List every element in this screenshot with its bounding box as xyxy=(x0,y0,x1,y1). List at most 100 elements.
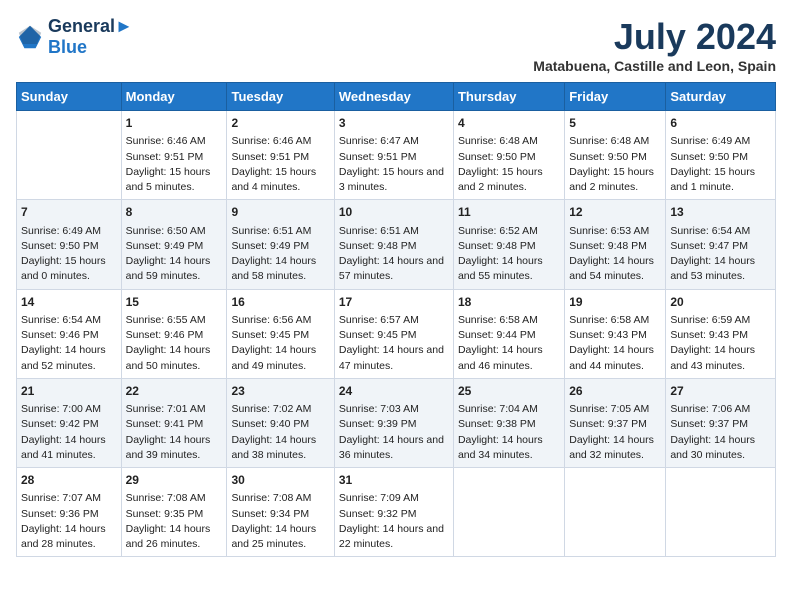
calendar-cell: 31Sunrise: 7:09 AMSunset: 9:32 PMDayligh… xyxy=(334,468,453,557)
calendar-cell: 2 Sunrise: 6:46 AMSunset: 9:51 PMDaylight… xyxy=(227,111,334,200)
calendar-cell: 23Sunrise: 7:02 AMSunset: 9:40 PMDayligh… xyxy=(227,378,334,467)
day-number: 3 xyxy=(339,115,449,132)
day-info: Sunrise: 6:54 AMSunset: 9:47 PMDaylight:… xyxy=(670,224,771,285)
calendar-cell: 21 Sunrise: 7:00 AMSunset: 9:42 PMDayligh… xyxy=(17,378,122,467)
day-number: 14 xyxy=(21,294,117,311)
calendar-cell: 4 Sunrise: 6:48 AMSunset: 9:50 PMDaylight… xyxy=(453,111,564,200)
day-info: Sunrise: 7:00 AMSunset: 9:42 PMDaylight:… xyxy=(21,402,117,463)
calendar-cell: 22 Sunrise: 7:01 AMSunset: 9:41 PMDayligh… xyxy=(121,378,227,467)
calendar-cell: 24 Sunrise: 7:03 AMSunset: 9:39 PMDayligh… xyxy=(334,378,453,467)
day-number: 29 xyxy=(126,472,223,489)
day-info: Sunrise: 6:54 AMSunset: 9:46 PMDaylight:… xyxy=(21,313,117,374)
day-number: 24 xyxy=(339,383,449,400)
calendar-week-5: 28 Sunrise: 7:07 AMSunset: 9:36 PMDayligh… xyxy=(17,468,776,557)
day-number: 8 xyxy=(126,204,223,221)
day-number: 13 xyxy=(670,204,771,221)
day-info: Sunrise: 6:59 AMSunset: 9:43 PMDaylight:… xyxy=(670,313,771,374)
calendar-cell: 5Sunrise: 6:48 AMSunset: 9:50 PMDaylight… xyxy=(565,111,666,200)
calendar-week-3: 14 Sunrise: 6:54 AMSunset: 9:46 PMDayligh… xyxy=(17,289,776,378)
day-number: 1 xyxy=(126,115,223,132)
day-number: 21 xyxy=(21,383,117,400)
calendar-cell: 9 Sunrise: 6:51 AMSunset: 9:49 PMDaylight… xyxy=(227,200,334,289)
day-number: 15 xyxy=(126,294,223,311)
day-info: Sunrise: 6:49 AMSunset: 9:50 PMDaylight:… xyxy=(21,224,117,285)
day-number: 9 xyxy=(231,204,329,221)
calendar-cell: 28 Sunrise: 7:07 AMSunset: 9:36 PMDayligh… xyxy=(17,468,122,557)
calendar-cell: 15 Sunrise: 6:55 AMSunset: 9:46 PMDayligh… xyxy=(121,289,227,378)
day-info: Sunrise: 6:57 AMSunset: 9:45 PMDaylight:… xyxy=(339,313,449,374)
calendar-cell: 8Sunrise: 6:50 AMSunset: 9:49 PMDaylight… xyxy=(121,200,227,289)
day-info: Sunrise: 6:47 AMSunset: 9:51 PMDaylight:… xyxy=(339,134,449,195)
calendar-cell: 18 Sunrise: 6:58 AMSunset: 9:44 PMDayligh… xyxy=(453,289,564,378)
day-number: 20 xyxy=(670,294,771,311)
day-info: Sunrise: 6:46 AMSunset: 9:51 PMDaylight:… xyxy=(231,134,329,195)
day-number: 19 xyxy=(569,294,661,311)
calendar-cell: 26 Sunrise: 7:05 AMSunset: 9:37 PMDayligh… xyxy=(565,378,666,467)
day-info: Sunrise: 6:53 AMSunset: 9:48 PMDaylight:… xyxy=(569,224,661,285)
header-saturday: Saturday xyxy=(666,83,776,111)
day-number: 17 xyxy=(339,294,449,311)
calendar-cell: 11Sunrise: 6:52 AMSunset: 9:48 PMDayligh… xyxy=(453,200,564,289)
calendar-cell: 29 Sunrise: 7:08 AMSunset: 9:35 PMDayligh… xyxy=(121,468,227,557)
day-number: 30 xyxy=(231,472,329,489)
day-info: Sunrise: 6:58 AMSunset: 9:43 PMDaylight:… xyxy=(569,313,661,374)
day-info: Sunrise: 7:03 AMSunset: 9:39 PMDaylight:… xyxy=(339,402,449,463)
day-info: Sunrise: 6:51 AMSunset: 9:48 PMDaylight:… xyxy=(339,224,449,285)
header-monday: Monday xyxy=(121,83,227,111)
day-number: 22 xyxy=(126,383,223,400)
day-info: Sunrise: 7:01 AMSunset: 9:41 PMDaylight:… xyxy=(126,402,223,463)
calendar-table: SundayMondayTuesdayWednesdayThursdayFrid… xyxy=(16,82,776,557)
day-info: Sunrise: 6:49 AMSunset: 9:50 PMDaylight:… xyxy=(670,134,771,195)
calendar-cell xyxy=(565,468,666,557)
day-number: 2 xyxy=(231,115,329,132)
day-info: Sunrise: 6:51 AMSunset: 9:49 PMDaylight:… xyxy=(231,224,329,285)
title-block: July 2024 Matabuena, Castille and Leon, … xyxy=(533,16,776,74)
calendar-cell: 7 Sunrise: 6:49 AMSunset: 9:50 PMDaylight… xyxy=(17,200,122,289)
day-info: Sunrise: 6:48 AMSunset: 9:50 PMDaylight:… xyxy=(458,134,560,195)
header-wednesday: Wednesday xyxy=(334,83,453,111)
calendar-cell xyxy=(666,468,776,557)
calendar-cell xyxy=(17,111,122,200)
day-number: 11 xyxy=(458,204,560,221)
calendar-cell: 20 Sunrise: 6:59 AMSunset: 9:43 PMDayligh… xyxy=(666,289,776,378)
day-info: Sunrise: 7:08 AMSunset: 9:34 PMDaylight:… xyxy=(231,491,329,552)
day-number: 28 xyxy=(21,472,117,489)
day-number: 25 xyxy=(458,383,560,400)
day-number: 4 xyxy=(458,115,560,132)
calendar-cell: 12 Sunrise: 6:53 AMSunset: 9:48 PMDayligh… xyxy=(565,200,666,289)
calendar-cell: 27Sunrise: 7:06 AMSunset: 9:37 PMDayligh… xyxy=(666,378,776,467)
day-number: 31 xyxy=(339,472,449,489)
day-number: 16 xyxy=(231,294,329,311)
calendar-week-4: 21 Sunrise: 7:00 AMSunset: 9:42 PMDayligh… xyxy=(17,378,776,467)
header-friday: Friday xyxy=(565,83,666,111)
day-info: Sunrise: 7:04 AMSunset: 9:38 PMDaylight:… xyxy=(458,402,560,463)
day-number: 5 xyxy=(569,115,661,132)
header-thursday: Thursday xyxy=(453,83,564,111)
calendar-header-row: SundayMondayTuesdayWednesdayThursdayFrid… xyxy=(17,83,776,111)
day-number: 7 xyxy=(21,204,117,221)
day-info: Sunrise: 6:46 AMSunset: 9:51 PMDaylight:… xyxy=(126,134,223,195)
calendar-cell: 19 Sunrise: 6:58 AMSunset: 9:43 PMDayligh… xyxy=(565,289,666,378)
header-tuesday: Tuesday xyxy=(227,83,334,111)
calendar-cell xyxy=(453,468,564,557)
main-title: July 2024 xyxy=(533,16,776,58)
day-number: 12 xyxy=(569,204,661,221)
calendar-cell: 1 Sunrise: 6:46 AMSunset: 9:51 PMDaylight… xyxy=(121,111,227,200)
calendar-week-2: 7 Sunrise: 6:49 AMSunset: 9:50 PMDaylight… xyxy=(17,200,776,289)
logo-text: General► Blue xyxy=(48,16,133,58)
calendar-cell: 14 Sunrise: 6:54 AMSunset: 9:46 PMDayligh… xyxy=(17,289,122,378)
day-number: 27 xyxy=(670,383,771,400)
day-info: Sunrise: 6:55 AMSunset: 9:46 PMDaylight:… xyxy=(126,313,223,374)
day-info: Sunrise: 7:08 AMSunset: 9:35 PMDaylight:… xyxy=(126,491,223,552)
day-info: Sunrise: 6:56 AMSunset: 9:45 PMDaylight:… xyxy=(231,313,329,374)
logo: General► Blue xyxy=(16,16,133,58)
day-info: Sunrise: 7:07 AMSunset: 9:36 PMDaylight:… xyxy=(21,491,117,552)
day-number: 10 xyxy=(339,204,449,221)
day-info: Sunrise: 7:05 AMSunset: 9:37 PMDaylight:… xyxy=(569,402,661,463)
calendar-cell: 13 Sunrise: 6:54 AMSunset: 9:47 PMDayligh… xyxy=(666,200,776,289)
calendar-cell: 10 Sunrise: 6:51 AMSunset: 9:48 PMDayligh… xyxy=(334,200,453,289)
day-number: 6 xyxy=(670,115,771,132)
day-info: Sunrise: 6:58 AMSunset: 9:44 PMDaylight:… xyxy=(458,313,560,374)
day-number: 26 xyxy=(569,383,661,400)
day-number: 18 xyxy=(458,294,560,311)
